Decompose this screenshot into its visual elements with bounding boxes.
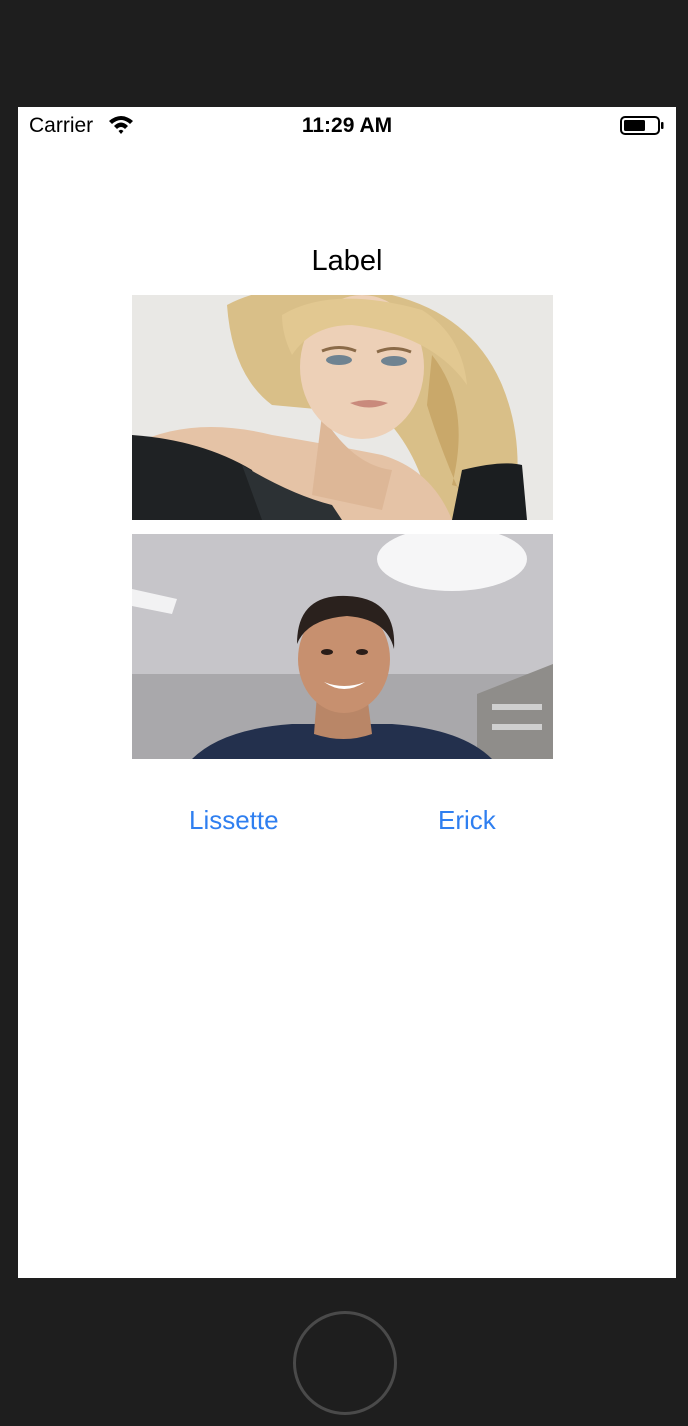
status-time: 11:29 AM xyxy=(301,114,393,137)
lissette-button[interactable]: Lissette xyxy=(189,805,279,836)
device-screen: Carrier 11:29 AM Label Lissette Erick xyxy=(18,107,676,1278)
status-bar: Carrier 11:29 AM xyxy=(18,107,676,145)
battery-icon xyxy=(620,116,664,135)
home-button[interactable] xyxy=(293,1311,397,1415)
erick-button[interactable]: Erick xyxy=(438,805,496,836)
photo-man xyxy=(132,534,553,759)
photo-woman xyxy=(132,295,553,520)
title-label: Label xyxy=(311,245,383,277)
